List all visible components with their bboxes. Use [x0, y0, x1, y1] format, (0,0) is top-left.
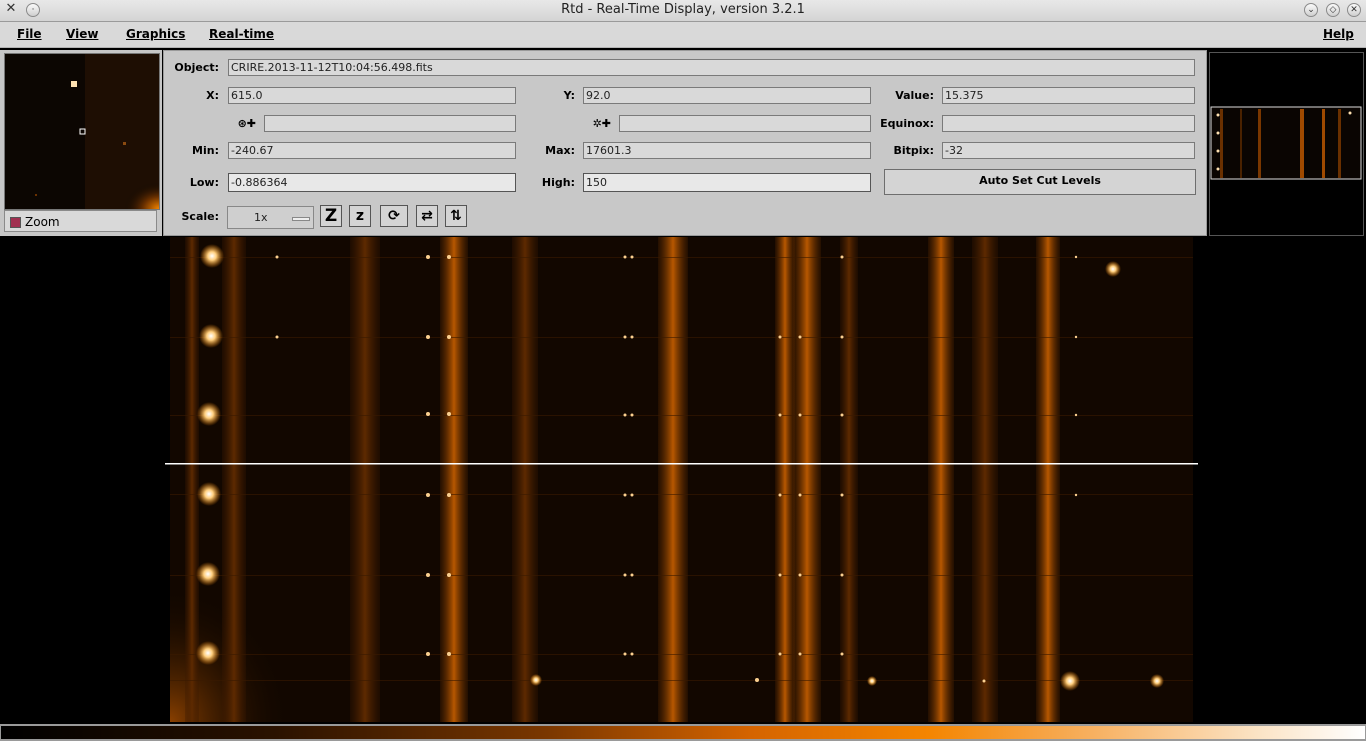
menu-real-time[interactable]: Real-time [209, 27, 274, 41]
menu-file[interactable]: File [17, 27, 42, 41]
equinox-label: Equinox: [880, 117, 934, 130]
max-label: Max: [545, 144, 575, 157]
flip-y-button[interactable]: ⇅ [445, 205, 467, 227]
minimize-icon[interactable]: ⌄ [1304, 3, 1318, 17]
menu-help[interactable]: Help [1323, 27, 1354, 41]
y-label: Y: [563, 89, 575, 102]
dec-crosshair-icon: ✲✚ [592, 117, 611, 130]
close-icon[interactable]: ✕ [1347, 3, 1361, 17]
scale-value: 1x [254, 211, 268, 224]
max-field[interactable]: 17601.3 [583, 142, 871, 159]
flip-y-icon: ⇅ [450, 208, 462, 224]
image-canvas[interactable] [0, 237, 1366, 722]
colorbar-gradient [1, 726, 1365, 739]
zoom-label: Zoom [25, 215, 60, 229]
crosshair-line [165, 463, 1198, 465]
maximize-icon[interactable]: ◇ [1326, 3, 1340, 17]
value-field[interactable]: 15.375 [942, 87, 1195, 104]
dec-field[interactable] [619, 115, 871, 132]
y-field[interactable]: 92.0 [583, 87, 871, 104]
title-bar: ✕ · Rtd - Real-Time Display, version 3.2… [0, 0, 1366, 22]
zoom-window[interactable] [4, 53, 160, 210]
menu-view[interactable]: View [66, 27, 98, 41]
flip-x-button[interactable]: ⇄ [416, 205, 438, 227]
window-title: Rtd - Real-Time Display, version 3.2.1 [561, 2, 805, 17]
bitpix-label: Bitpix: [893, 144, 934, 157]
panner-image [1210, 106, 1362, 180]
low-input[interactable]: -0.886364 [228, 173, 516, 192]
object-field[interactable]: CRIRE.2013-11-12T10:04:56.498.fits [228, 59, 1195, 76]
x-field[interactable]: 615.0 [228, 87, 516, 104]
ra-field[interactable] [264, 115, 516, 132]
flip-x-icon: ⇄ [421, 208, 433, 224]
scale-label: Scale: [181, 210, 220, 223]
zoom-in-button[interactable]: Z [320, 205, 342, 227]
zoom-toggle[interactable]: Zoom [4, 210, 157, 232]
zoom-out-button[interactable]: z [349, 205, 371, 227]
value-label: Value: [895, 89, 934, 102]
menu-graphics[interactable]: Graphics [126, 27, 185, 41]
object-label: Object: [174, 61, 219, 74]
x-label: X: [206, 89, 219, 102]
min-label: Min: [192, 144, 219, 157]
zoom-in-icon: Z [324, 206, 338, 226]
zoom-image [35, 54, 159, 209]
rotate-button[interactable]: ⟳ [380, 205, 408, 227]
select-indicator-icon [292, 217, 310, 221]
high-input[interactable]: 150 [583, 173, 871, 192]
colorbar[interactable] [0, 724, 1366, 741]
high-label: High: [541, 176, 575, 189]
menu-bar: File View Graphics Real-time Help [0, 22, 1366, 48]
zoom-checkbox-icon[interactable] [10, 217, 21, 228]
zoom-out-icon: z [355, 208, 365, 224]
auto-set-cut-levels-button[interactable]: Auto Set Cut Levels [884, 169, 1196, 195]
low-label: Low: [189, 176, 219, 189]
fits-image [165, 237, 1198, 722]
min-field[interactable]: -240.67 [228, 142, 516, 159]
panner-window[interactable] [1209, 52, 1364, 236]
rotate-icon: ⟳ [388, 208, 400, 224]
ra-crosshair-icon: ⊛✚ [237, 117, 256, 130]
bitpix-field[interactable]: -32 [942, 142, 1195, 159]
equinox-field[interactable] [942, 115, 1195, 132]
scale-select[interactable]: 1x [227, 206, 314, 229]
